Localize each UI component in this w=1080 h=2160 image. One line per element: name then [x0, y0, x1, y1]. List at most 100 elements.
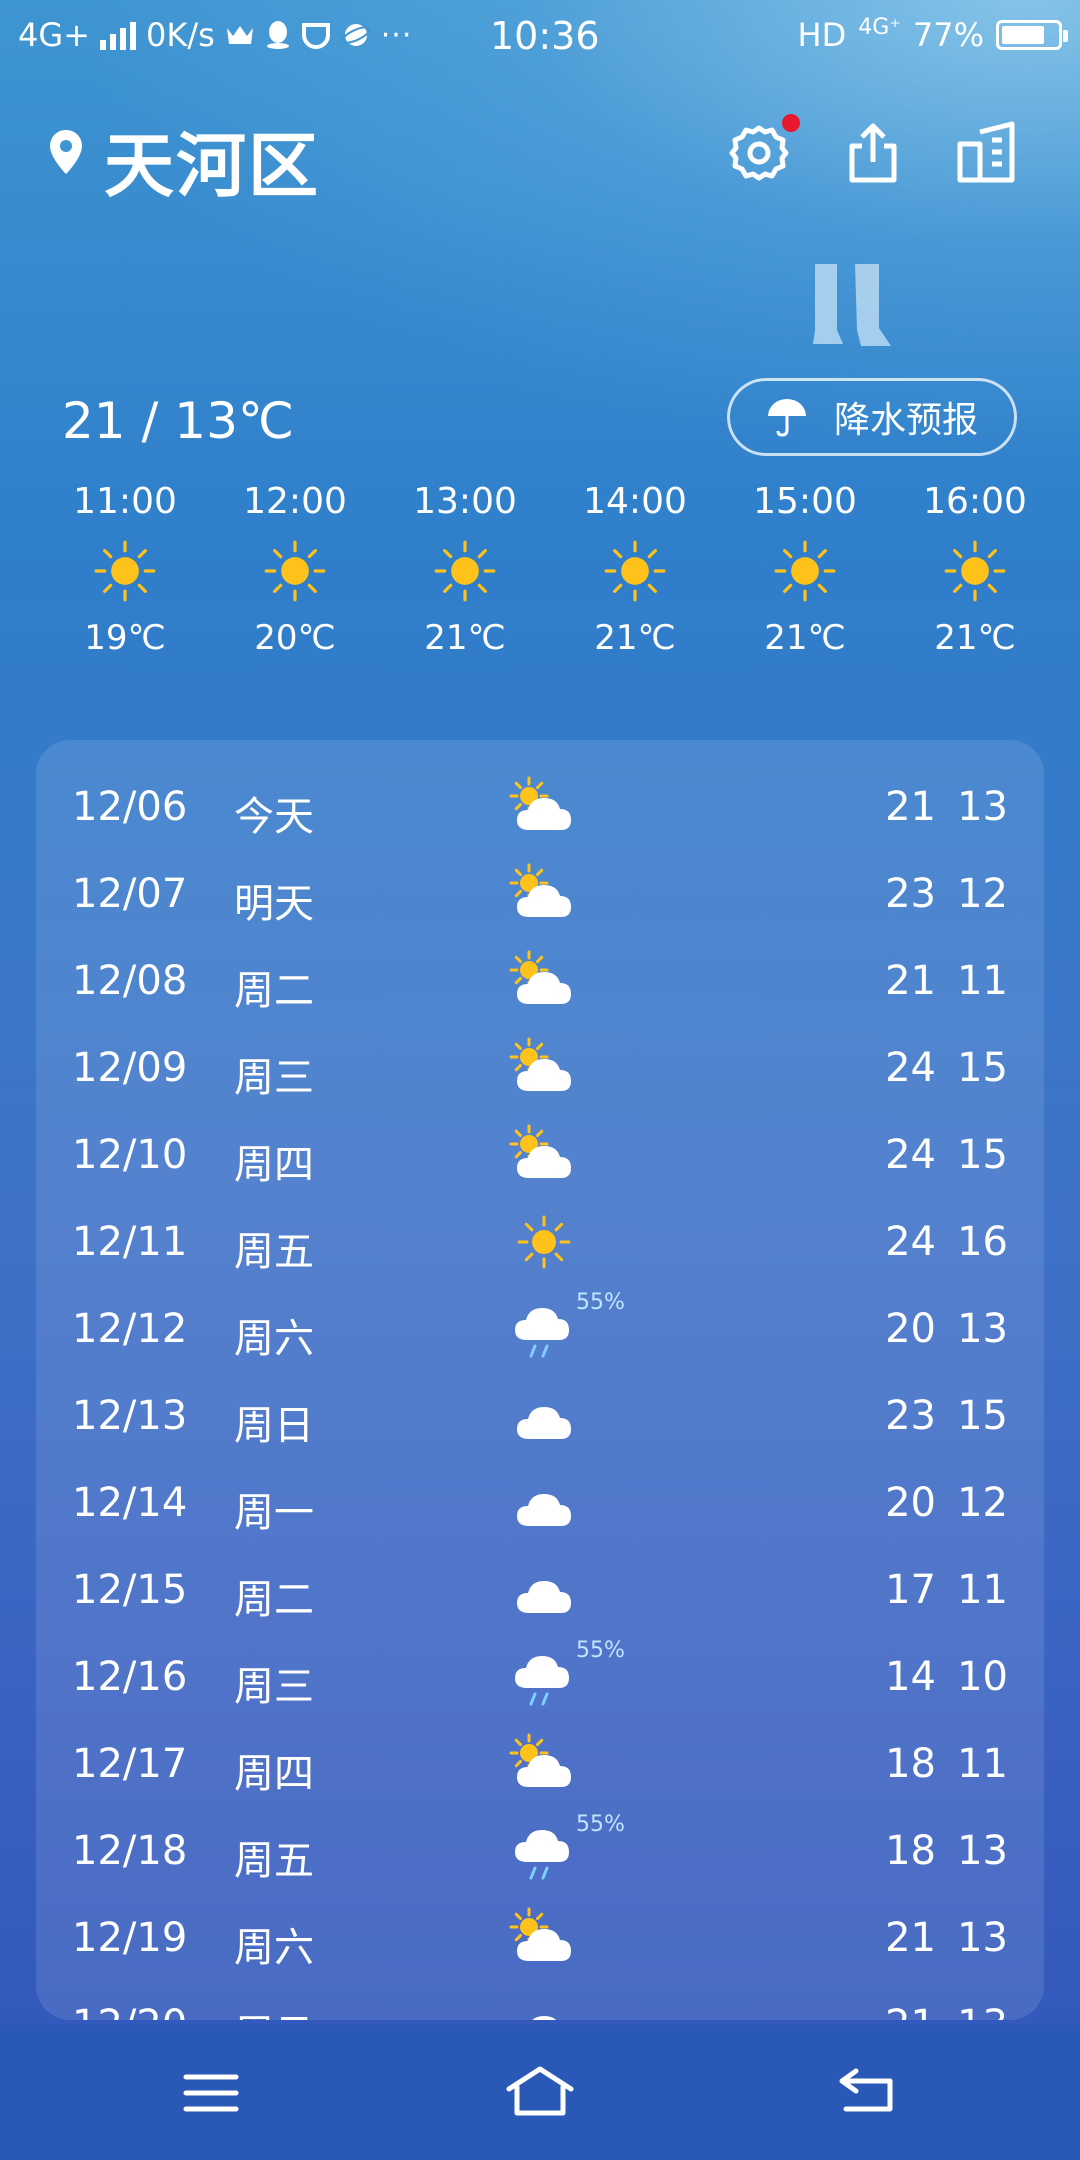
- daily-day: 周二: [234, 968, 314, 1014]
- rain-icon: [515, 1656, 569, 1706]
- battery-icon: [996, 20, 1068, 50]
- hd-indicator: HD: [797, 16, 847, 54]
- hourly-time: 13:00: [413, 481, 517, 522]
- rain-probability: 55%: [576, 1812, 625, 1837]
- daily-forecast-card[interactable]: 12/06 今天 21 13 12/07 明天 23 12 12/08 周二 21 11 12/09 周三…: [36, 740, 1044, 2020]
- daily-date: 12/12: [72, 1306, 188, 1352]
- daily-date: 12/17: [72, 1741, 188, 1787]
- partly-cloudy-icon: [509, 1124, 571, 1178]
- daily-high: 24: [885, 1045, 936, 1091]
- daily-high: 17: [885, 1567, 936, 1613]
- battery-level: [1002, 26, 1044, 44]
- daily-date: 12/18: [72, 1828, 188, 1874]
- menu-button[interactable]: [176, 2063, 246, 2123]
- hourly-icon-wrap: [40, 526, 210, 616]
- daily-date: 12/19: [72, 1915, 188, 1961]
- navigation-bar: [0, 2025, 1080, 2160]
- daily-day: 今天: [234, 794, 314, 840]
- hourly-temp: 21℃: [934, 618, 1016, 658]
- signal-icon: [99, 20, 136, 50]
- hourly-time: 16:00: [923, 481, 1027, 522]
- daily-row[interactable]: 12/12 周六 55% 20 13: [36, 1288, 1044, 1375]
- daily-row[interactable]: 12/20 周日 2113: [36, 1984, 1044, 2020]
- daily-row[interactable]: 12/08 周二 21 11: [36, 940, 1044, 1027]
- city-list-button[interactable]: [952, 118, 1022, 188]
- daily-row[interactable]: 12/16 周三 55% 14 10: [36, 1636, 1044, 1723]
- daily-high: 18: [885, 1828, 936, 1874]
- sun-icon: [517, 1215, 571, 1269]
- daily-row[interactable]: 12/07 明天 23 12: [36, 853, 1044, 940]
- city-name[interactable]: 天河区: [104, 110, 320, 211]
- daily-day: 周四: [234, 1142, 314, 1188]
- hourly-time: 11:00: [73, 481, 177, 522]
- daily-weather: [504, 1209, 584, 1275]
- daily-row[interactable]: 12/10 周四 24 15: [36, 1114, 1044, 1201]
- daily-row[interactable]: 12/18 周五 55% 18 13: [36, 1810, 1044, 1897]
- daily-row[interactable]: 12/09 周三 24 15: [36, 1027, 1044, 1114]
- daily-row[interactable]: 12/13 周日 23 15: [36, 1375, 1044, 1462]
- daily-low: 15: [957, 1132, 1008, 1178]
- daily-day: 周六: [234, 1925, 314, 1971]
- daily-date: 12/09: [72, 1045, 188, 1091]
- partly-cloudy-icon: [509, 1907, 571, 1961]
- status-bar: 4G+ 0K/s ··· 10:36 HD 4G⁺ 77%: [0, 0, 1080, 72]
- cup-icon: [301, 23, 330, 49]
- hourly-temp: 21℃: [764, 618, 846, 658]
- daily-low: 13: [936, 2002, 1008, 2020]
- daily-date: 12/13: [72, 1393, 188, 1439]
- network-type: 4G+: [18, 16, 90, 54]
- daily-weather: [504, 861, 584, 927]
- settings-button[interactable]: [724, 114, 800, 188]
- hourly-time: 14:00: [583, 481, 687, 522]
- more-dots-icon: ···: [380, 17, 413, 53]
- daily-row[interactable]: 12/06 今天 21 13: [36, 766, 1044, 853]
- cloud-icon: [532, 2016, 556, 2020]
- partly-cloudy-icon: [509, 1037, 571, 1091]
- hourly-item: 13:00 21℃: [380, 478, 550, 660]
- daily-high: 21: [826, 2002, 936, 2020]
- daily-low: 13: [957, 784, 1008, 830]
- daily-row[interactable]: 12/11 周五 24 16: [36, 1201, 1044, 1288]
- daily-date: 12/06: [72, 784, 188, 830]
- daily-day: 周日: [234, 2002, 314, 2020]
- hourly-temp: 21℃: [594, 618, 676, 658]
- back-icon: [839, 2068, 893, 2112]
- daily-day: 周日: [234, 1403, 314, 1449]
- partly-cloudy-icon: [509, 1733, 571, 1787]
- daily-day: 周三: [234, 1055, 314, 1101]
- sun-icon: [604, 540, 666, 602]
- daily-weather: [504, 1992, 584, 2020]
- daily-row[interactable]: 12/17 周四 18 11: [36, 1723, 1044, 1810]
- daily-weather: [504, 1035, 584, 1101]
- rain-forecast-button[interactable]: 降水预报: [727, 378, 1017, 456]
- daily-high: 23: [885, 871, 936, 917]
- partly-cloudy-icon: [509, 950, 571, 1004]
- sun-icon: [944, 540, 1006, 602]
- back-button[interactable]: [834, 2063, 904, 2123]
- daily-row[interactable]: 12/14 周一 20 12: [36, 1462, 1044, 1549]
- daily-high: 23: [885, 1393, 936, 1439]
- boots-decoration-icon: [813, 264, 891, 346]
- hourly-item: 14:00 21℃: [550, 478, 720, 660]
- daily-low: 12: [957, 1480, 1008, 1526]
- cloud-icon: [517, 1407, 571, 1439]
- daily-date: 12/16: [72, 1654, 188, 1700]
- daily-low: 10: [957, 1654, 1008, 1700]
- sun-icon: [94, 540, 156, 602]
- hourly-item: 11:00 19℃: [40, 478, 210, 660]
- hourly-time: 15:00: [753, 481, 857, 522]
- daily-weather: [504, 1644, 584, 1710]
- hourly-temp: 19℃: [84, 618, 166, 658]
- home-button[interactable]: [505, 2063, 575, 2123]
- battery-percent: 77%: [912, 16, 984, 54]
- rain-icon: [515, 1830, 569, 1880]
- header: 天河区: [0, 100, 1080, 210]
- menu-icon: [183, 2074, 239, 2112]
- daily-row[interactable]: 12/19 周六 21 13: [36, 1897, 1044, 1984]
- daily-weather: [504, 948, 584, 1014]
- daily-low: 12: [957, 871, 1008, 917]
- daily-row[interactable]: 12/15 周二 17 11: [36, 1549, 1044, 1636]
- share-button[interactable]: [838, 118, 908, 188]
- daily-weather: [504, 1122, 584, 1188]
- hourly-item: 12:00 20℃: [210, 478, 380, 660]
